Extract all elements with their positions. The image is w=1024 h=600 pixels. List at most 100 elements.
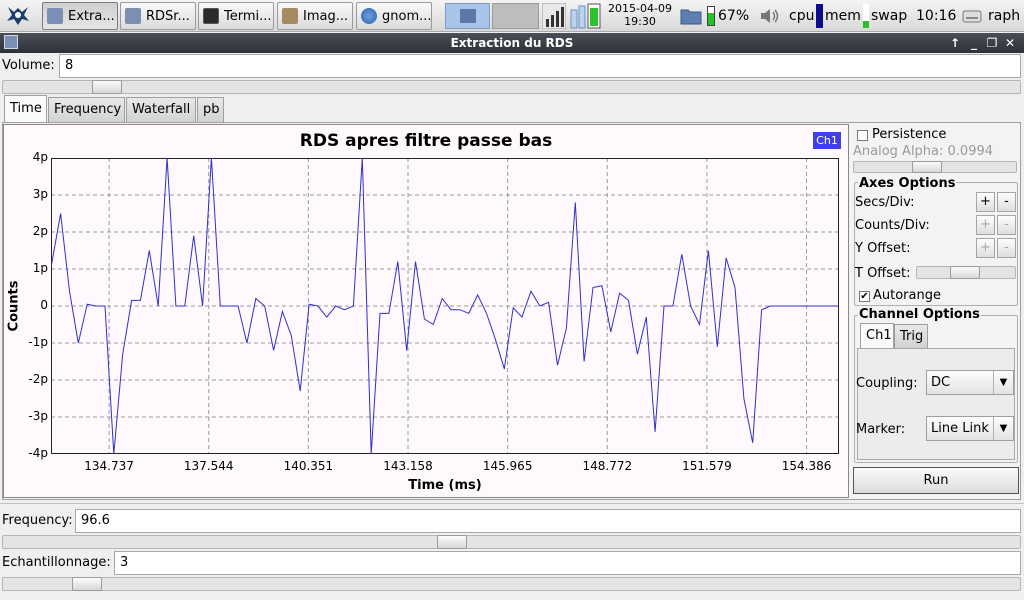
x-axis-label: Time (ms) bbox=[408, 478, 482, 493]
mem-bar bbox=[862, 4, 869, 28]
volume-slider-handle[interactable] bbox=[92, 80, 122, 94]
time-text: 19:30 bbox=[624, 15, 656, 28]
x-tick-label: 148.772 bbox=[582, 459, 633, 473]
window-title: Extraction du RDS bbox=[450, 36, 574, 50]
frequency-slider[interactable] bbox=[2, 535, 1021, 549]
y-tick-label: 4p bbox=[32, 150, 48, 164]
analog-alpha-slider[interactable] bbox=[853, 161, 1017, 173]
desktop-2[interactable] bbox=[492, 3, 539, 29]
task-extraction[interactable]: Extra... bbox=[42, 2, 118, 30]
y-tick-label: -3p bbox=[28, 409, 48, 423]
x-tick-label: 143.158 bbox=[383, 459, 433, 473]
secs-div-increase-button[interactable]: + bbox=[976, 192, 995, 212]
battery-percent: 67% bbox=[718, 8, 750, 24]
battery-monitor-icon bbox=[570, 3, 601, 29]
tab-label: pb bbox=[203, 102, 220, 117]
tab-frequency[interactable]: Frequency bbox=[48, 97, 125, 122]
autorange-checkbox[interactable]: ✔ bbox=[859, 291, 870, 302]
mem-monitor: mem bbox=[825, 0, 869, 32]
coupling-label: Coupling: bbox=[856, 376, 918, 391]
t-offset-handle[interactable] bbox=[950, 266, 980, 279]
legend-ch1[interactable]: Ch1 bbox=[813, 132, 841, 149]
frequency-input[interactable]: 96.6 bbox=[75, 509, 1021, 533]
minimize-icon[interactable]: _ bbox=[967, 35, 981, 51]
secs-div-label: Secs/Div: bbox=[855, 195, 915, 210]
echantillonnage-input[interactable]: 3 bbox=[114, 551, 1021, 575]
t-offset-label: T Offset: bbox=[855, 266, 911, 281]
task-terminal[interactable]: Termi... bbox=[198, 2, 274, 30]
mem-label: mem bbox=[825, 8, 861, 24]
coupling-select[interactable]: DC ▼ bbox=[926, 370, 1014, 395]
counts-div-label: Counts/Div: bbox=[855, 218, 930, 233]
secs-div-decrease-button[interactable]: - bbox=[997, 192, 1016, 212]
y-tick-label: 3p bbox=[32, 187, 48, 201]
axes-options-title: Axes Options bbox=[858, 176, 957, 191]
tab-label: Trig bbox=[900, 329, 924, 344]
persistence-checkbox[interactable] bbox=[857, 130, 868, 141]
frequency-slider-handle[interactable] bbox=[437, 535, 467, 549]
volume-label: Volume: bbox=[2, 58, 55, 73]
date-time[interactable]: 2015-04-09 19:30 bbox=[604, 2, 676, 28]
maximize-icon[interactable]: ❐ bbox=[985, 35, 999, 51]
close-icon[interactable]: ✕ bbox=[1003, 35, 1017, 51]
chevron-down-icon: ▼ bbox=[993, 371, 1013, 394]
tab-label: Ch1 bbox=[866, 328, 892, 343]
frequency-label: Frequency: bbox=[2, 513, 73, 528]
desktop-1[interactable] bbox=[445, 3, 490, 29]
y-tick-label: -4p bbox=[28, 446, 48, 460]
volume-icon[interactable] bbox=[759, 0, 781, 32]
app-launcher-icon[interactable] bbox=[4, 3, 32, 29]
echantillonnage-slider-handle[interactable] bbox=[72, 577, 102, 591]
marker-select[interactable]: Line Link ▼ bbox=[926, 416, 1014, 441]
task-label: RDSr... bbox=[146, 8, 190, 24]
battery-indicator[interactable]: 67% bbox=[707, 0, 749, 32]
y-tick-label: -2p bbox=[28, 372, 48, 386]
channel-tab-pane bbox=[857, 348, 1015, 460]
task-image[interactable]: Imag... bbox=[277, 2, 353, 30]
tab-pb[interactable]: pb bbox=[197, 97, 224, 122]
analog-alpha-handle[interactable] bbox=[912, 161, 942, 173]
task-label: gnom... bbox=[382, 8, 432, 24]
taskbar: Extra... RDSr... Termi... Imag... gnom..… bbox=[0, 0, 1024, 32]
keep-above-icon[interactable]: ↑ bbox=[948, 35, 962, 51]
y-offset-decrease-button[interactable]: - bbox=[997, 238, 1016, 258]
volume-input[interactable]: 8 bbox=[59, 54, 1021, 78]
tab-label: Time bbox=[10, 101, 42, 116]
tab-waterfall[interactable]: Waterfall bbox=[126, 97, 196, 122]
user-menu[interactable]: raph bbox=[962, 0, 1020, 32]
cpu-monitor: cpu bbox=[789, 0, 824, 32]
y-tick-label: 1p bbox=[32, 261, 48, 275]
frequency-value: 96.6 bbox=[81, 513, 110, 528]
x-tick-label: 140.351 bbox=[283, 459, 334, 473]
y-tick-label: 0 bbox=[40, 298, 48, 312]
folder-icon[interactable] bbox=[680, 0, 702, 32]
x-tick-label: 145.965 bbox=[482, 459, 533, 473]
app-icon bbox=[125, 8, 141, 24]
counts-div-increase-button[interactable]: + bbox=[976, 215, 995, 235]
task-gnome[interactable]: gnom... bbox=[356, 2, 432, 30]
counts-div-decrease-button[interactable]: - bbox=[997, 215, 1016, 235]
app-icon bbox=[47, 8, 63, 24]
clock-text: 10:16 bbox=[916, 8, 957, 24]
clock[interactable]: 10:16 bbox=[916, 0, 956, 32]
channel-options-title: Channel Options bbox=[858, 307, 981, 322]
tab-time[interactable]: Time bbox=[4, 95, 47, 123]
chart-plot-svg bbox=[51, 158, 839, 454]
y-offset-increase-button[interactable]: + bbox=[976, 238, 995, 258]
cpu-graph bbox=[542, 0, 566, 32]
channel-tab-ch1[interactable]: Ch1 bbox=[860, 323, 894, 349]
echantillonnage-slider[interactable] bbox=[2, 577, 1021, 591]
channel-tab-trig[interactable]: Trig bbox=[894, 324, 928, 348]
swap-label: swap bbox=[871, 8, 908, 24]
window-titlebar[interactable]: Extraction du RDS ↑ _ ❐ ✕ bbox=[0, 33, 1024, 53]
task-label: Imag... bbox=[303, 8, 349, 24]
t-offset-slider[interactable] bbox=[916, 266, 1016, 279]
analog-alpha-label: Analog Alpha: 0.0994 bbox=[853, 144, 994, 159]
run-button[interactable]: Run bbox=[853, 467, 1019, 494]
volume-slider[interactable] bbox=[2, 80, 1021, 94]
task-rdsr[interactable]: RDSr... bbox=[120, 2, 196, 30]
side-panel: Persistence Analog Alpha: 0.0994 Axes Op… bbox=[851, 124, 1021, 498]
cpu-bar bbox=[816, 4, 824, 28]
x-tick-label: 151.579 bbox=[682, 459, 732, 473]
divider bbox=[0, 503, 1024, 506]
